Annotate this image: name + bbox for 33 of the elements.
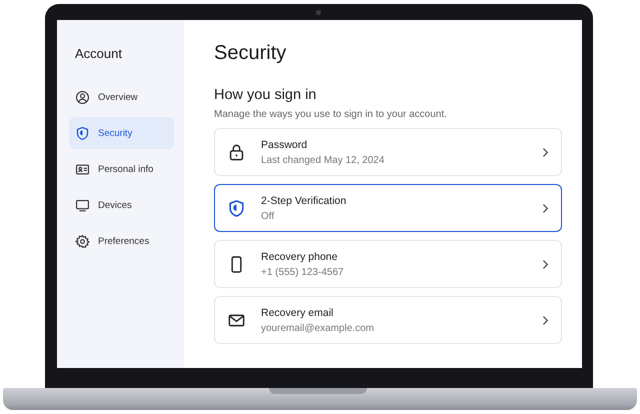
- page-title: Security: [214, 42, 288, 65]
- settings-icon: [75, 234, 90, 248]
- camera-dot: [316, 10, 321, 15]
- row-subtitle: Off: [261, 210, 276, 222]
- monitor-icon: [75, 198, 90, 212]
- setting-row[interactable]: Recovery phone +1 (555) 123-4567: [214, 240, 562, 288]
- row-subtitle: youremail@example.com: [261, 322, 375, 334]
- sidebar-item[interactable]: Overview: [69, 81, 174, 113]
- sidebar-item[interactable]: Personal info: [69, 153, 174, 185]
- row-subtitle: +1 (555) 123-4567: [261, 266, 345, 278]
- lock-icon: [227, 142, 246, 162]
- chevron-right-icon: [541, 314, 549, 326]
- section-heading: How you sign in: [214, 87, 318, 103]
- sidebar-item[interactable]: Preferences: [69, 225, 174, 257]
- row-title: Password: [261, 138, 308, 150]
- sidebar-item[interactable]: Security: [69, 117, 174, 149]
- person-circle-icon: [75, 90, 90, 104]
- chevron-right-icon: [541, 258, 549, 270]
- chevron-right-icon: [541, 202, 549, 214]
- shield-icon: [227, 198, 246, 218]
- shield-icon: [75, 126, 90, 140]
- id-card-icon: [75, 162, 90, 176]
- section-description: Manage the ways you use to sign in to your account.: [214, 109, 448, 120]
- setting-row[interactable]: Password Last changed May 12, 2024: [214, 128, 562, 176]
- sidebar-title: Account: [75, 46, 123, 61]
- row-title: 2-Step Verification: [261, 194, 348, 206]
- setting-row[interactable]: Recovery email youremail@example.com: [214, 296, 562, 344]
- setting-row[interactable]: 2-Step Verification Off: [214, 184, 562, 232]
- row-subtitle: Last changed May 12, 2024: [261, 154, 386, 166]
- sidebar-item[interactable]: Devices: [69, 189, 174, 221]
- chevron-right-icon: [541, 146, 549, 158]
- row-title: Recovery phone: [261, 250, 338, 262]
- row-title: Recovery email: [261, 306, 334, 318]
